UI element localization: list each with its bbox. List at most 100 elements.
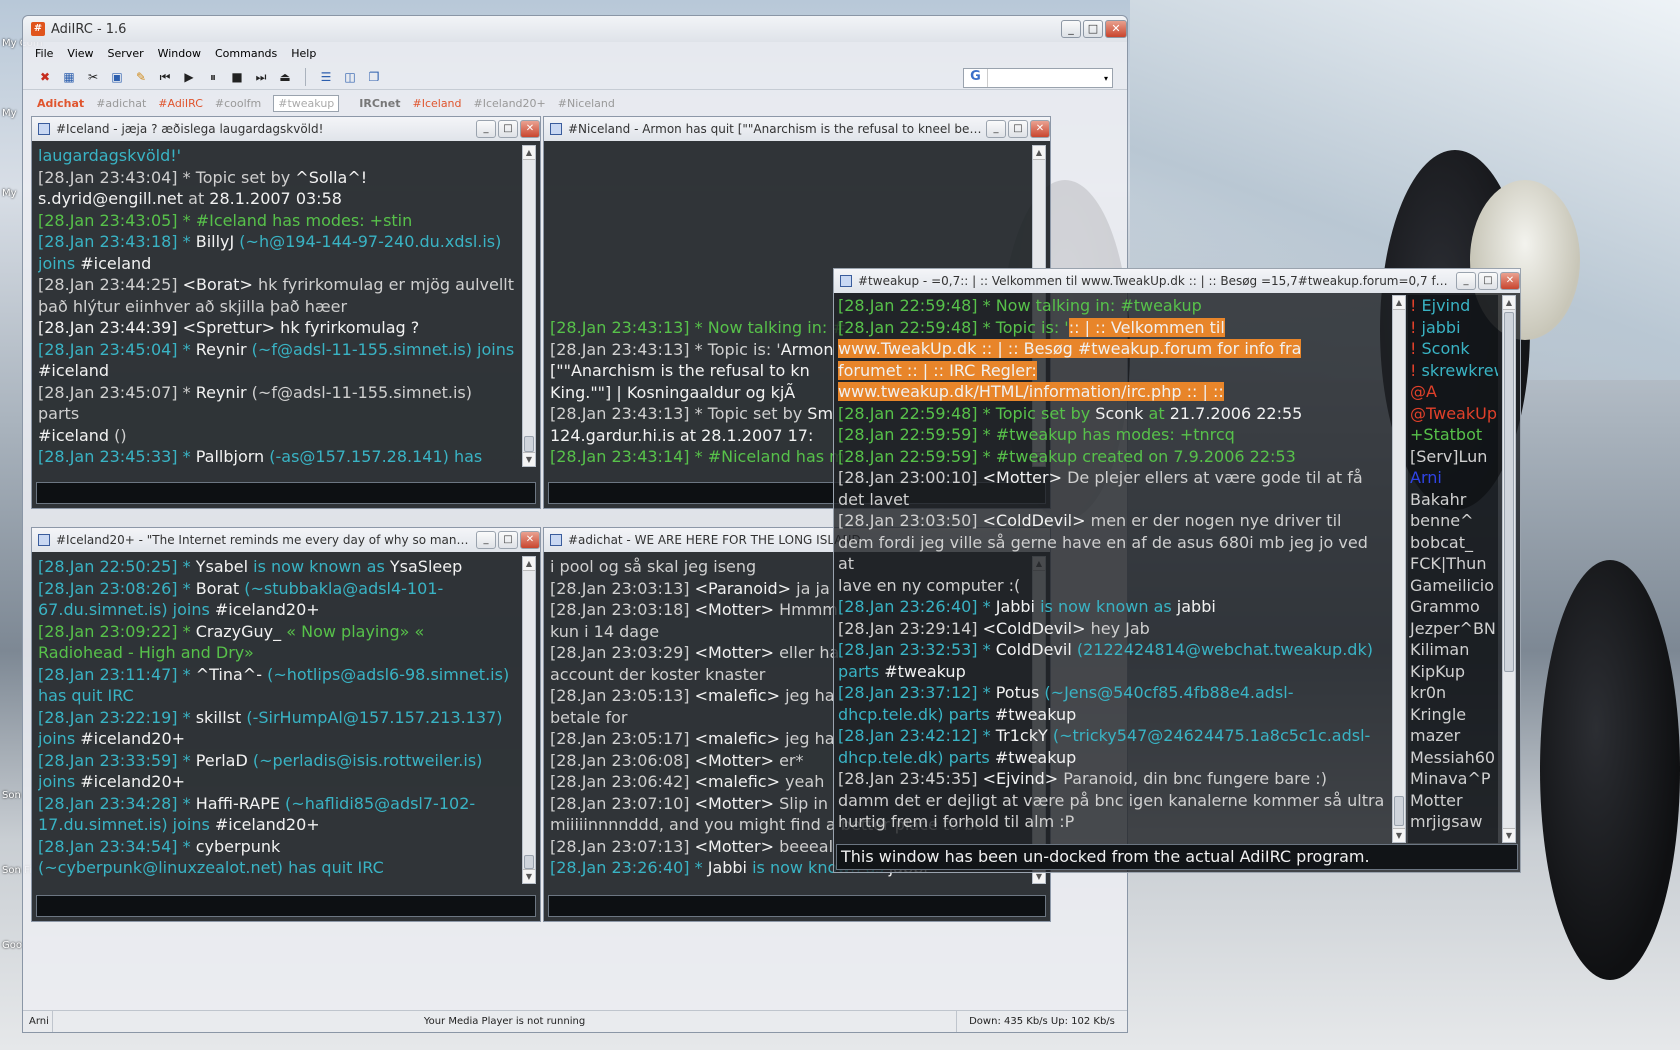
maximize-button[interactable]: □	[498, 120, 518, 138]
nick-item[interactable]: mazer	[1410, 725, 1498, 747]
menu-file[interactable]: File	[35, 47, 53, 60]
menu-help[interactable]: Help	[291, 47, 316, 60]
menu-view[interactable]: View	[67, 47, 93, 60]
nick-item[interactable]: FCK|Thun	[1410, 553, 1498, 575]
scroll-thumb[interactable]	[524, 855, 534, 869]
desktop-icon-label[interactable]: Son	[2, 790, 21, 801]
next-track-icon[interactable]: ⏭	[251, 67, 271, 87]
menu-window[interactable]: Window	[158, 47, 201, 60]
minimize-button[interactable]: _	[1456, 272, 1476, 290]
nick-item[interactable]: bobcat_	[1410, 532, 1498, 554]
nick-item[interactable]: ! skrewkrew	[1410, 360, 1498, 382]
options-icon[interactable]: ✂	[83, 67, 103, 87]
minimize-button[interactable]: _	[476, 531, 496, 549]
desktop-icon-label[interactable]: Goo	[2, 940, 22, 951]
tile-horizontal-icon[interactable]: ☰	[316, 67, 336, 87]
stop-icon[interactable]: ■	[227, 67, 247, 87]
minimize-button[interactable]: _	[986, 120, 1006, 138]
close-button[interactable]: ✕	[520, 531, 540, 549]
switchbar-channel[interactable]: #adichat	[96, 97, 146, 110]
nick-list[interactable]: ! Ejvind! jabbi! Sconk! skrewkrew @A @Twea…	[1408, 295, 1498, 843]
nick-item[interactable]: Arni	[1410, 467, 1498, 489]
nick-item[interactable]: ! Sconk	[1410, 338, 1498, 360]
menu-commands[interactable]: Commands	[215, 47, 277, 60]
switchbar-server-adichat[interactable]: Adichat	[37, 97, 84, 110]
google-search-icon[interactable]: G	[964, 69, 988, 87]
nick-item[interactable]: Kiliman	[1410, 639, 1498, 661]
message-input[interactable]: This window has been un-docked from the …	[836, 844, 1518, 870]
close-button[interactable]: ✕	[1030, 120, 1050, 138]
nick-item[interactable]: @A	[1410, 381, 1498, 403]
channel-titlebar[interactable]: #Niceland - Armon has quit [""Anarchism …	[544, 117, 1050, 141]
switchbar-channel[interactable]: #AdiIRC	[158, 97, 203, 110]
scroll-thumb[interactable]	[1504, 312, 1514, 672]
scroll-down-icon[interactable]: ▼	[523, 869, 535, 883]
switchbar-channel[interactable]: #Niceland	[558, 97, 615, 110]
maximize-button[interactable]: □	[498, 531, 518, 549]
maximize-button[interactable]: □	[1478, 272, 1498, 290]
scripts-icon[interactable]: ▣	[107, 67, 127, 87]
previous-track-icon[interactable]: ⏮	[155, 67, 175, 87]
pause-icon[interactable]: ⏸	[203, 67, 223, 87]
nick-item[interactable]: Bakahr	[1410, 489, 1498, 511]
nick-item[interactable]: mrjigsaw	[1410, 811, 1498, 833]
scroll-thumb[interactable]	[1394, 796, 1404, 826]
scroll-thumb[interactable]	[524, 436, 534, 452]
switchbar-channel[interactable]: #coolfm	[215, 97, 261, 110]
nick-item[interactable]: @TweakUp	[1410, 403, 1498, 425]
desktop-icon-label[interactable]: My	[2, 188, 17, 199]
scroll-up-icon[interactable]: ▲	[1033, 146, 1045, 160]
channel-titlebar[interactable]: #Iceland20+ - "The Internet reminds me e…	[32, 528, 540, 552]
scrollbar[interactable]: ▲ ▼	[1392, 295, 1406, 843]
switchbar-channel-active[interactable]: #tweakup	[273, 94, 340, 112]
scroll-up-icon[interactable]: ▲	[523, 146, 535, 160]
scroll-up-icon[interactable]: ▲	[1503, 296, 1515, 310]
highlight-icon[interactable]: ✎	[131, 67, 151, 87]
nick-item[interactable]: benne^	[1410, 510, 1498, 532]
nick-item[interactable]: Messiah60	[1410, 747, 1498, 769]
nick-item[interactable]: Gameilicio	[1410, 575, 1498, 597]
nick-item[interactable]: Grammo	[1410, 596, 1498, 618]
scroll-down-icon[interactable]: ▼	[1503, 828, 1515, 842]
nick-item[interactable]: Minava^P	[1410, 768, 1498, 790]
close-button[interactable]: ✕	[1105, 20, 1127, 38]
nick-item[interactable]: KipKup	[1410, 661, 1498, 683]
close-button[interactable]: ✕	[1500, 272, 1520, 290]
close-button[interactable]: ✕	[520, 120, 540, 138]
server-list-icon[interactable]: ▦	[59, 67, 79, 87]
minimize-button[interactable]: _	[1061, 20, 1081, 38]
scrollbar[interactable]: ▲ ▼	[522, 556, 536, 884]
menu-server[interactable]: Server	[108, 47, 144, 60]
switchbar-server-ircnet[interactable]: IRCnet	[359, 97, 400, 110]
maximize-button[interactable]: □	[1083, 20, 1103, 38]
switchbar-channel[interactable]: #Iceland20+	[474, 97, 546, 110]
nick-item[interactable]: +Statbot	[1410, 424, 1498, 446]
cascade-icon[interactable]: ❐	[364, 67, 384, 87]
play-icon[interactable]: ▶	[179, 67, 199, 87]
channel-titlebar[interactable]: #Iceland - jæja ? æðislega laugardagskvö…	[32, 117, 540, 141]
eject-icon[interactable]: ⏏	[275, 67, 295, 87]
scroll-up-icon[interactable]: ▲	[523, 557, 535, 571]
desktop-icon-label[interactable]: My	[2, 108, 17, 119]
main-titlebar[interactable]: # AdiIRC - 1.6 _ □ ✕	[23, 16, 1127, 42]
channel-titlebar[interactable]: #tweakup - =0,7:: | :: Velkommen til www…	[834, 269, 1520, 293]
nick-item[interactable]: Jezper^BN	[1410, 618, 1498, 640]
maximize-button[interactable]: □	[1008, 120, 1028, 138]
tile-vertical-icon[interactable]: ◫	[340, 67, 360, 87]
message-input[interactable]	[36, 482, 536, 504]
switchbar-channel[interactable]: #Iceland	[412, 97, 461, 110]
scroll-up-icon[interactable]: ▲	[1393, 296, 1405, 310]
chevron-down-icon[interactable]: ▾	[1104, 74, 1112, 83]
minimize-button[interactable]: _	[476, 120, 496, 138]
nick-item[interactable]: [Serv]Lun	[1410, 446, 1498, 468]
search-box[interactable]: G ▾	[963, 68, 1113, 88]
nick-item[interactable]: Kringle	[1410, 704, 1498, 726]
nick-item[interactable]: ! jabbi	[1410, 317, 1498, 339]
message-input[interactable]	[36, 895, 536, 917]
disconnect-icon[interactable]: ✖	[35, 67, 55, 87]
nick-item[interactable]: Motter	[1410, 790, 1498, 812]
message-input[interactable]	[548, 895, 1046, 917]
scroll-down-icon[interactable]: ▼	[523, 452, 535, 466]
scroll-down-icon[interactable]: ▼	[1393, 828, 1405, 842]
scrollbar[interactable]: ▲ ▼	[522, 145, 536, 467]
